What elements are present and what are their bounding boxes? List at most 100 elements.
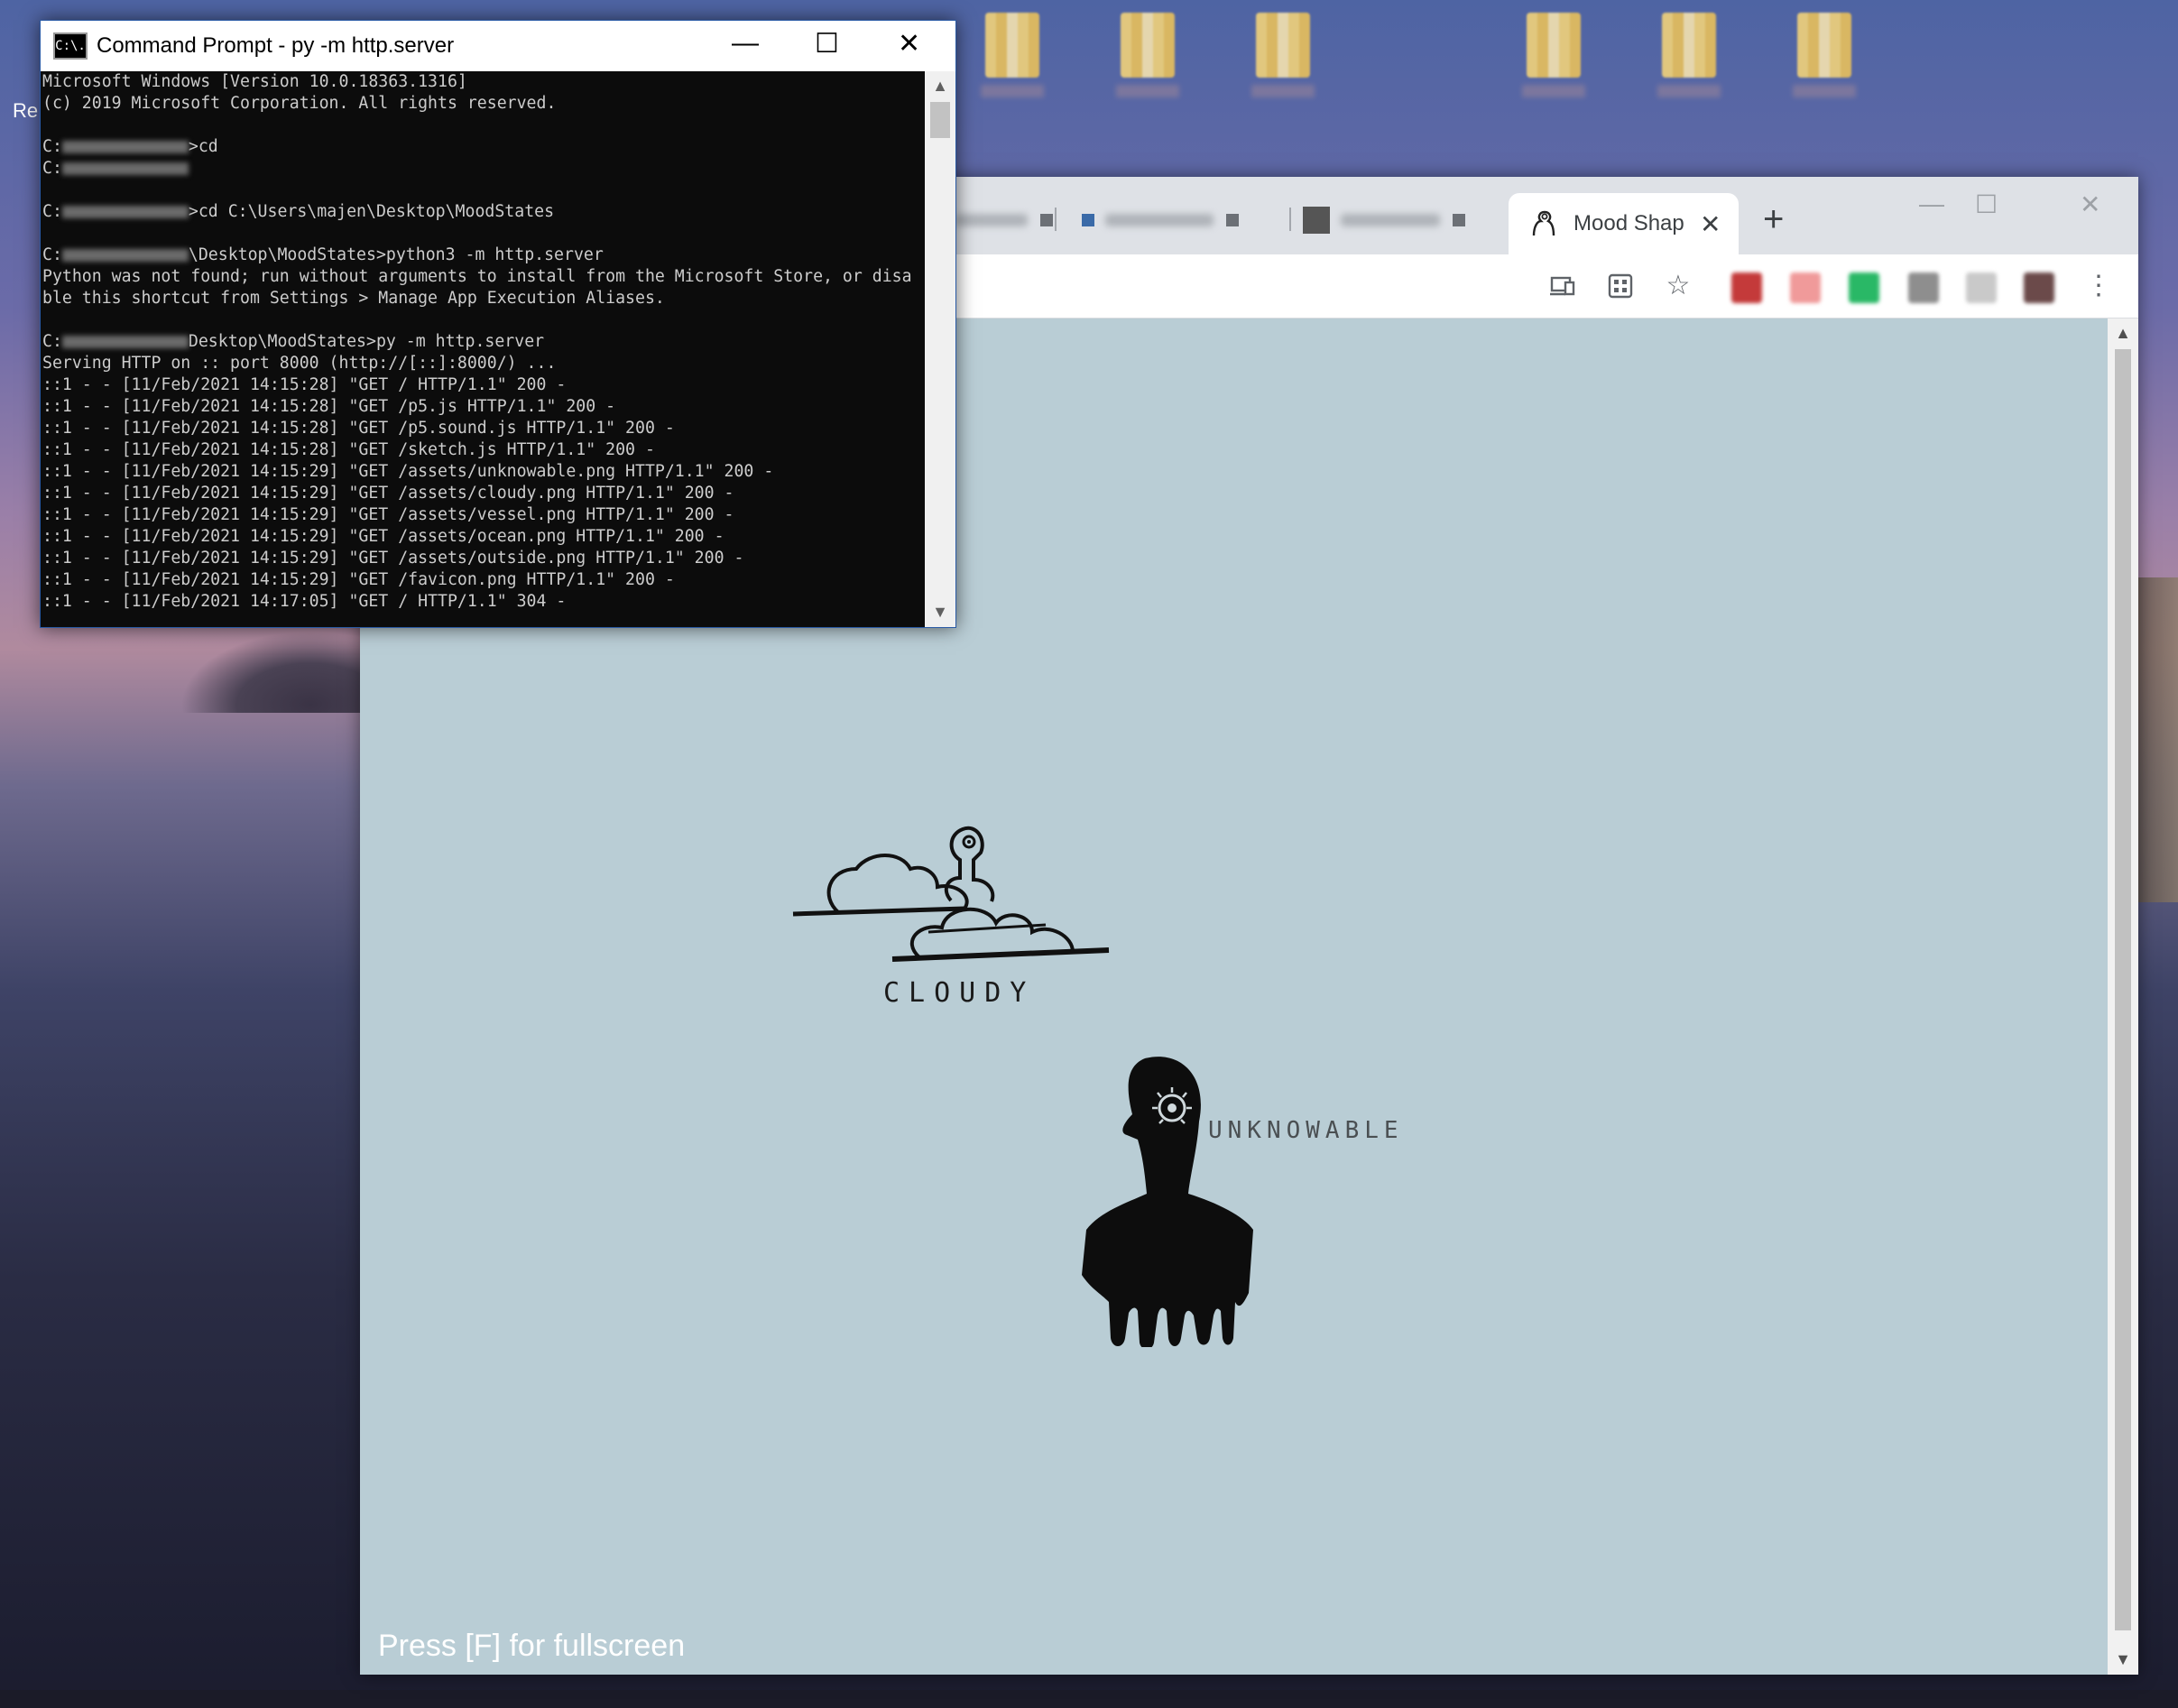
console-line-text: ::1 - - [11/Feb/2021 14:15:29] "GET /ass… bbox=[42, 484, 734, 503]
console-line: ::1 - - [11/Feb/2021 14:15:29] "GET /ass… bbox=[42, 483, 923, 504]
mood-face-icon bbox=[1532, 210, 1555, 236]
console-line-text: C: bbox=[42, 245, 62, 264]
minimize-button[interactable]: — bbox=[1919, 189, 1944, 218]
tab-separator bbox=[1055, 208, 1057, 231]
console-line-text: C: bbox=[42, 202, 62, 221]
cmd-titlebar[interactable]: C:\. Command Prompt - py -m http.server … bbox=[41, 21, 955, 71]
console-line-text: ::1 - - [11/Feb/2021 14:15:28] "GET /ske… bbox=[42, 440, 655, 459]
console-line: ::1 - - [11/Feb/2021 14:15:28] "GET /p5.… bbox=[42, 396, 923, 418]
recycle-bin-label[interactable]: Re bbox=[13, 99, 38, 123]
tab-blurred[interactable] bbox=[1082, 200, 1239, 240]
console-line-text: ::1 - - [11/Feb/2021 14:15:28] "GET /p5.… bbox=[42, 397, 616, 416]
scroll-up-arrow-icon[interactable]: ▲ bbox=[2108, 324, 2138, 343]
page-scrollbar[interactable]: ▲ ▼ bbox=[2108, 319, 2138, 1675]
scrollbar-thumb[interactable] bbox=[930, 102, 950, 138]
cloudy-label: CLOUDY bbox=[883, 977, 1036, 1009]
maximize-button[interactable]: ☐ bbox=[815, 28, 839, 60]
console-line: Python was not found; run without argume… bbox=[42, 266, 923, 288]
console-line: C: \Desktop\MoodStates>python3 -m http.se… bbox=[42, 245, 923, 266]
console-line-text: ::1 - - [11/Feb/2021 14:17:05] "GET / HT… bbox=[42, 592, 567, 611]
extension-icon[interactable] bbox=[1790, 272, 1821, 303]
console-line: Serving HTTP on :: port 8000 (http://[::… bbox=[42, 353, 923, 374]
taskbar bbox=[0, 1690, 2178, 1708]
cloudy-illustration bbox=[792, 826, 1110, 962]
extension-icon[interactable] bbox=[1908, 272, 1939, 303]
tab-separator bbox=[1289, 208, 1291, 231]
console-line-text: >cd C:\Users\majen\Desktop\MoodStates bbox=[188, 202, 555, 221]
redacted-path bbox=[61, 141, 189, 153]
console-line: ble this shortcut from Settings > Manage… bbox=[42, 288, 923, 309]
console-line: C: >cd C:\Users\majen\Desktop\MoodStates bbox=[42, 201, 923, 223]
console-line: ::1 - - [11/Feb/2021 14:15:28] "GET /ske… bbox=[42, 439, 923, 461]
profile-avatar[interactable] bbox=[2024, 272, 2054, 303]
console-line: ::1 - - [11/Feb/2021 14:15:29] "GET /ass… bbox=[42, 526, 923, 548]
browser-menu-icon[interactable]: ⋮ bbox=[2083, 271, 2114, 301]
redacted-path bbox=[61, 336, 189, 348]
console-line: C: >cd bbox=[42, 136, 923, 158]
console-line-text: C: bbox=[42, 159, 62, 178]
bookmark-star-icon[interactable]: ☆ bbox=[1663, 271, 1693, 301]
cmd-scrollbar[interactable]: ▲ ▼ bbox=[925, 71, 955, 627]
console-line: ::1 - - [11/Feb/2021 14:15:28] "GET / HT… bbox=[42, 374, 923, 396]
console-line: ::1 - - [11/Feb/2021 14:15:29] "GET /fav… bbox=[42, 569, 923, 591]
scrollbar-thumb[interactable] bbox=[2115, 349, 2131, 1630]
console-line-text: C: bbox=[42, 332, 62, 351]
scroll-down-arrow-icon[interactable]: ▼ bbox=[2108, 1650, 2138, 1669]
maximize-button[interactable]: ☐ bbox=[1975, 189, 1998, 219]
cast-device-icon[interactable] bbox=[1547, 271, 1578, 301]
console-line: Microsoft Windows [Version 10.0.18363.13… bbox=[42, 71, 923, 93]
scroll-down-arrow-icon[interactable]: ▼ bbox=[925, 603, 955, 622]
console-line: ::1 - - [11/Feb/2021 14:15:28] "GET /p5.… bbox=[42, 418, 923, 439]
desktop-folder-icon[interactable] bbox=[1512, 13, 1595, 97]
tab-blurred[interactable] bbox=[1303, 200, 1465, 240]
tab-title: Mood Shap bbox=[1574, 211, 1684, 235]
console-line-text: ble this shortcut from Settings > Manage… bbox=[42, 289, 665, 308]
redacted-path bbox=[61, 162, 189, 175]
console-line-text: ::1 - - [11/Feb/2021 14:15:28] "GET /p5.… bbox=[42, 419, 675, 438]
console-line: C: bbox=[42, 158, 923, 180]
minimize-button[interactable]: — bbox=[732, 28, 759, 59]
console-line-text: Serving HTTP on :: port 8000 (http://[::… bbox=[42, 354, 557, 373]
extension-icon[interactable] bbox=[1731, 272, 1762, 303]
console-line: ::1 - - [11/Feb/2021 14:17:05] "GET / HT… bbox=[42, 591, 923, 613]
wallpaper-rock bbox=[2133, 577, 2178, 902]
unknowable-illustration bbox=[1082, 1057, 1253, 1347]
qr-code-icon[interactable] bbox=[1605, 271, 1636, 301]
console-line-text: Desktop\MoodStates>py -m http.server bbox=[188, 332, 545, 351]
tab-close-icon[interactable]: ✕ bbox=[1700, 209, 1721, 239]
extension-icon[interactable] bbox=[1966, 272, 1997, 303]
console-line: ::1 - - [11/Feb/2021 14:15:29] "GET /ass… bbox=[42, 548, 923, 569]
new-tab-button[interactable]: + bbox=[1763, 199, 1784, 240]
console-line-text: Microsoft Windows [Version 10.0.18363.13… bbox=[42, 72, 467, 91]
cmd-title: Command Prompt - py -m http.server bbox=[97, 33, 455, 58]
tab-blurred[interactable] bbox=[955, 200, 1053, 240]
tab-mood-shapes[interactable]: Mood Shap ✕ bbox=[1509, 193, 1739, 254]
console-line: ::1 - - [11/Feb/2021 14:15:29] "GET /ass… bbox=[42, 461, 923, 483]
console-line-text: ::1 - - [11/Feb/2021 14:15:29] "GET /ass… bbox=[42, 549, 744, 568]
console-line-text: >cd bbox=[188, 137, 218, 156]
console-line-text: C: bbox=[42, 137, 62, 156]
extension-icon[interactable] bbox=[1849, 272, 1879, 303]
console-line: (c) 2019 Microsoft Corporation. All righ… bbox=[42, 93, 923, 115]
cmd-app-icon: C:\. bbox=[53, 32, 88, 60]
desktop-file-icon[interactable] bbox=[1783, 13, 1866, 97]
desktop-folder-icon[interactable] bbox=[1241, 13, 1324, 97]
desktop-folder-icon[interactable] bbox=[1647, 13, 1730, 97]
window-close-button[interactable]: ✕ bbox=[2080, 189, 2100, 219]
console-line-text: ::1 - - [11/Feb/2021 14:15:29] "GET /ass… bbox=[42, 505, 734, 524]
console-output[interactable]: Microsoft Windows [Version 10.0.18363.13… bbox=[41, 71, 923, 627]
unknowable-label: UNKNOWABLE bbox=[1208, 1117, 1404, 1144]
desktop-file-icon[interactable] bbox=[1106, 13, 1189, 97]
desktop-file-icon[interactable] bbox=[971, 13, 1054, 97]
console-line: C: Desktop\MoodStates>py -m http.server bbox=[42, 331, 923, 353]
console-line-text: ::1 - - [11/Feb/2021 14:15:28] "GET / HT… bbox=[42, 375, 567, 394]
console-line-text: ::1 - - [11/Feb/2021 14:15:29] "GET /ass… bbox=[42, 462, 774, 481]
console-line-text: Python was not found; run without argume… bbox=[42, 267, 912, 286]
console-line-text: ::1 - - [11/Feb/2021 14:15:29] "GET /ass… bbox=[42, 527, 724, 546]
command-prompt-window: C:\. Command Prompt - py -m http.server … bbox=[40, 20, 956, 628]
close-button[interactable]: ✕ bbox=[898, 28, 920, 60]
scroll-up-arrow-icon[interactable]: ▲ bbox=[925, 77, 955, 96]
